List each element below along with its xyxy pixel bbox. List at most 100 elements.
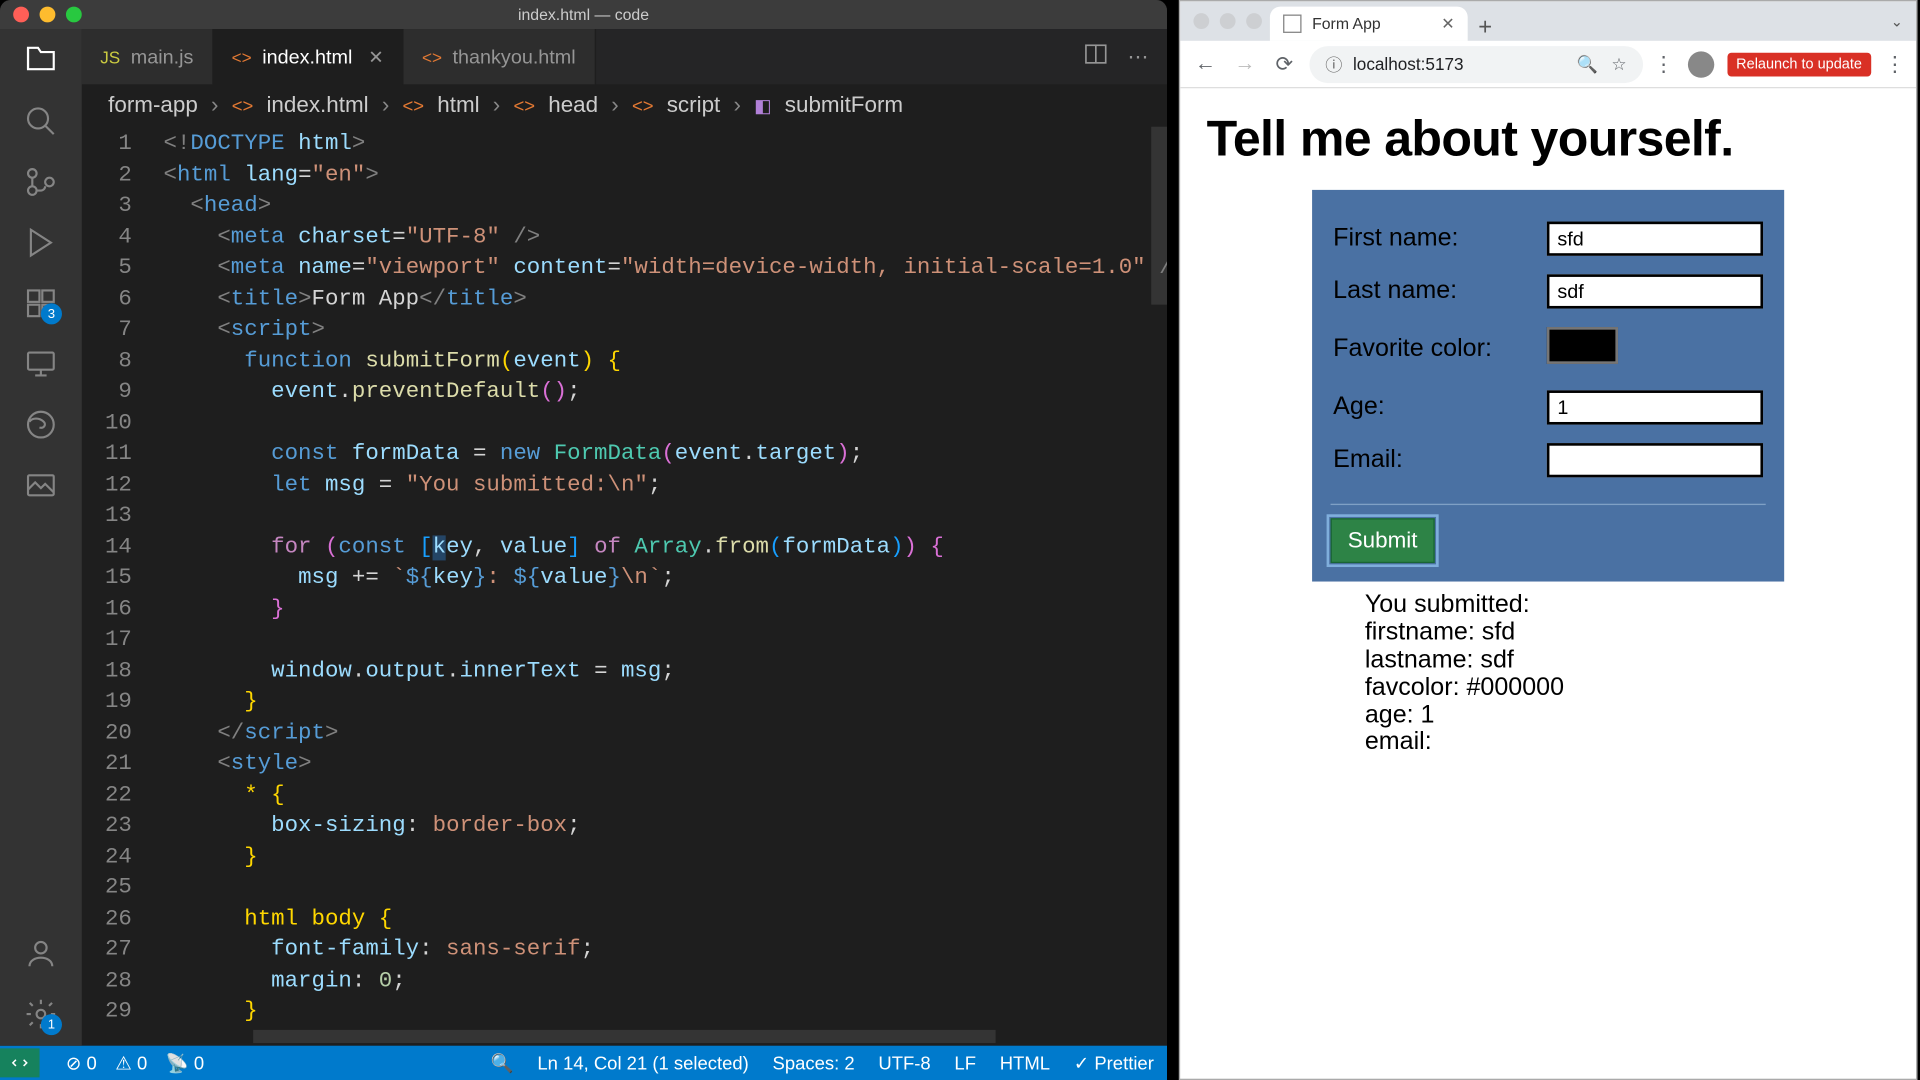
html-icon: <>	[422, 47, 442, 67]
more-icon[interactable]: ⋯	[1127, 44, 1148, 70]
minimap[interactable]	[1149, 127, 1167, 1046]
run-debug-icon[interactable]	[22, 224, 59, 261]
page-heading: Tell me about yourself.	[1207, 112, 1890, 169]
extensions-icon[interactable]: ⋮	[1653, 51, 1674, 77]
form-row-favcolor: Favorite color:	[1331, 322, 1766, 377]
encoding[interactable]: UTF-8	[878, 1052, 930, 1073]
extensions-badge: 3	[41, 303, 62, 324]
form-box: First name: Last name: Favorite color: A…	[1312, 190, 1784, 582]
address-bar[interactable]: ⓘ localhost:5173 🔍 ☆	[1309, 45, 1642, 82]
extensions-icon[interactable]: 3	[22, 285, 59, 322]
js-icon: JS	[100, 47, 120, 67]
minimize-icon[interactable]	[1220, 13, 1236, 29]
field-label: Last name:	[1331, 269, 1545, 314]
maximize-icon[interactable]	[1246, 13, 1262, 29]
images-icon[interactable]	[22, 467, 59, 504]
remote-indicator[interactable]	[0, 1048, 40, 1077]
breadcrumb-item[interactable]: head	[548, 92, 598, 118]
minimize-icon[interactable]	[40, 7, 56, 23]
close-icon[interactable]	[13, 7, 29, 23]
new-tab-button[interactable]: +	[1468, 13, 1503, 41]
browser-titlebar: Form App ✕ + ⌄	[1180, 1, 1916, 41]
cursor-position[interactable]: Ln 14, Col 21 (1 selected)	[537, 1052, 748, 1073]
tab-label: Form App	[1312, 15, 1381, 33]
source-control-icon[interactable]	[22, 164, 59, 201]
html-icon: <>	[513, 95, 535, 116]
page-content: Tell me about yourself. First name: Last…	[1180, 88, 1916, 1078]
favcolor-input[interactable]	[1547, 327, 1618, 364]
submit-button[interactable]: Submit	[1331, 518, 1435, 563]
zoom-icon[interactable]: 🔍	[491, 1052, 514, 1074]
age-input[interactable]	[1547, 390, 1763, 424]
minimap-thumb[interactable]	[1151, 127, 1167, 305]
lastname-input[interactable]	[1547, 274, 1763, 308]
close-icon[interactable]: ✕	[368, 45, 383, 67]
tab-label: main.js	[131, 45, 194, 67]
form-separator	[1331, 504, 1766, 505]
vscode-titlebar: index.html — code	[0, 0, 1167, 29]
reload-button[interactable]: ⟳	[1270, 51, 1299, 77]
close-icon[interactable]	[1193, 13, 1209, 29]
browser-window: Form App ✕ + ⌄ ← → ⟳ ⓘ localhost:5173 🔍 …	[1179, 0, 1917, 1080]
site-info-icon[interactable]: ⓘ	[1325, 51, 1342, 76]
profile-icon[interactable]	[1687, 51, 1713, 77]
menu-icon[interactable]: ⋮	[1884, 51, 1905, 77]
tab-bar: JSmain.js <>index.html✕ <>thankyou.html …	[82, 29, 1167, 84]
tab-label: thankyou.html	[453, 45, 576, 67]
line-gutter: 1234567891011121314151617181920212223242…	[82, 127, 164, 1046]
status-bar: ⊘ 0 ⚠ 0 📡 0 🔍 Ln 14, Col 21 (1 selected)…	[0, 1046, 1167, 1080]
firstname-input[interactable]	[1547, 222, 1763, 256]
account-icon[interactable]	[22, 935, 59, 972]
editor[interactable]: 1234567891011121314151617181920212223242…	[82, 127, 1167, 1046]
tab-label: index.html	[262, 45, 352, 67]
html-icon: <>	[232, 95, 254, 116]
breadcrumb-item[interactable]: form-app	[108, 92, 198, 118]
explorer-icon[interactable]	[22, 42, 59, 79]
output-text: You submitted: firstname: sfd lastname: …	[1365, 592, 1890, 757]
form-row-firstname: First name:	[1331, 216, 1766, 261]
url-text: localhost:5173	[1353, 54, 1464, 74]
horizontal-scrollbar[interactable]	[253, 1030, 995, 1043]
settings-badge: 1	[41, 1014, 62, 1035]
browser-tab[interactable]: Form App ✕	[1270, 7, 1468, 41]
tab-thankyou-html[interactable]: <> thankyou.html	[403, 29, 595, 84]
activity-bar: 3 1	[0, 29, 82, 1046]
ports-count[interactable]: 📡 0	[166, 1052, 204, 1074]
tab-index-html[interactable]: <> index.html ✕	[213, 29, 403, 84]
field-label: Favorite color:	[1331, 322, 1545, 377]
field-label: Age:	[1331, 385, 1545, 430]
breadcrumb[interactable]: form-app› <>index.html› <>html› <>head› …	[82, 84, 1167, 126]
maximize-icon[interactable]	[66, 7, 82, 23]
html-icon: <>	[402, 95, 424, 116]
forward-button[interactable]: →	[1230, 52, 1259, 76]
eol[interactable]: LF	[954, 1052, 976, 1073]
close-icon[interactable]: ✕	[1441, 15, 1454, 33]
breadcrumb-item[interactable]: submitForm	[785, 92, 903, 118]
formatter[interactable]: ✓ Prettier	[1074, 1052, 1154, 1074]
field-label: Email:	[1331, 438, 1545, 483]
edge-icon[interactable]	[22, 406, 59, 443]
bookmark-icon[interactable]: ☆	[1611, 53, 1626, 74]
code-content[interactable]: <!DOCTYPE html><html lang="en"> <head> <…	[164, 127, 1168, 1046]
errors-count[interactable]: ⊘ 0	[66, 1052, 97, 1074]
breadcrumb-item[interactable]: index.html	[266, 92, 368, 118]
remote-explorer-icon[interactable]	[22, 345, 59, 382]
field-label: First name:	[1331, 216, 1545, 261]
settings-icon[interactable]: 1	[22, 996, 59, 1033]
breadcrumb-item[interactable]: script	[667, 92, 721, 118]
split-editor-icon[interactable]	[1083, 40, 1109, 73]
html-icon: <>	[232, 47, 252, 67]
indentation[interactable]: Spaces: 2	[773, 1052, 855, 1073]
relaunch-button[interactable]: Relaunch to update	[1727, 52, 1871, 76]
html-icon: <>	[632, 95, 654, 116]
back-button[interactable]: ←	[1191, 52, 1220, 76]
zoom-icon[interactable]: 🔍	[1577, 53, 1598, 74]
breadcrumb-item[interactable]: html	[437, 92, 479, 118]
email-input[interactable]	[1547, 443, 1763, 477]
form-row-age: Age:	[1331, 385, 1766, 430]
tab-main-js[interactable]: JS main.js	[82, 29, 213, 84]
chevron-down-icon[interactable]: ⌄	[1891, 15, 1903, 31]
language-mode[interactable]: HTML	[1000, 1052, 1050, 1073]
warnings-count[interactable]: ⚠ 0	[115, 1052, 147, 1074]
search-icon[interactable]	[22, 103, 59, 140]
